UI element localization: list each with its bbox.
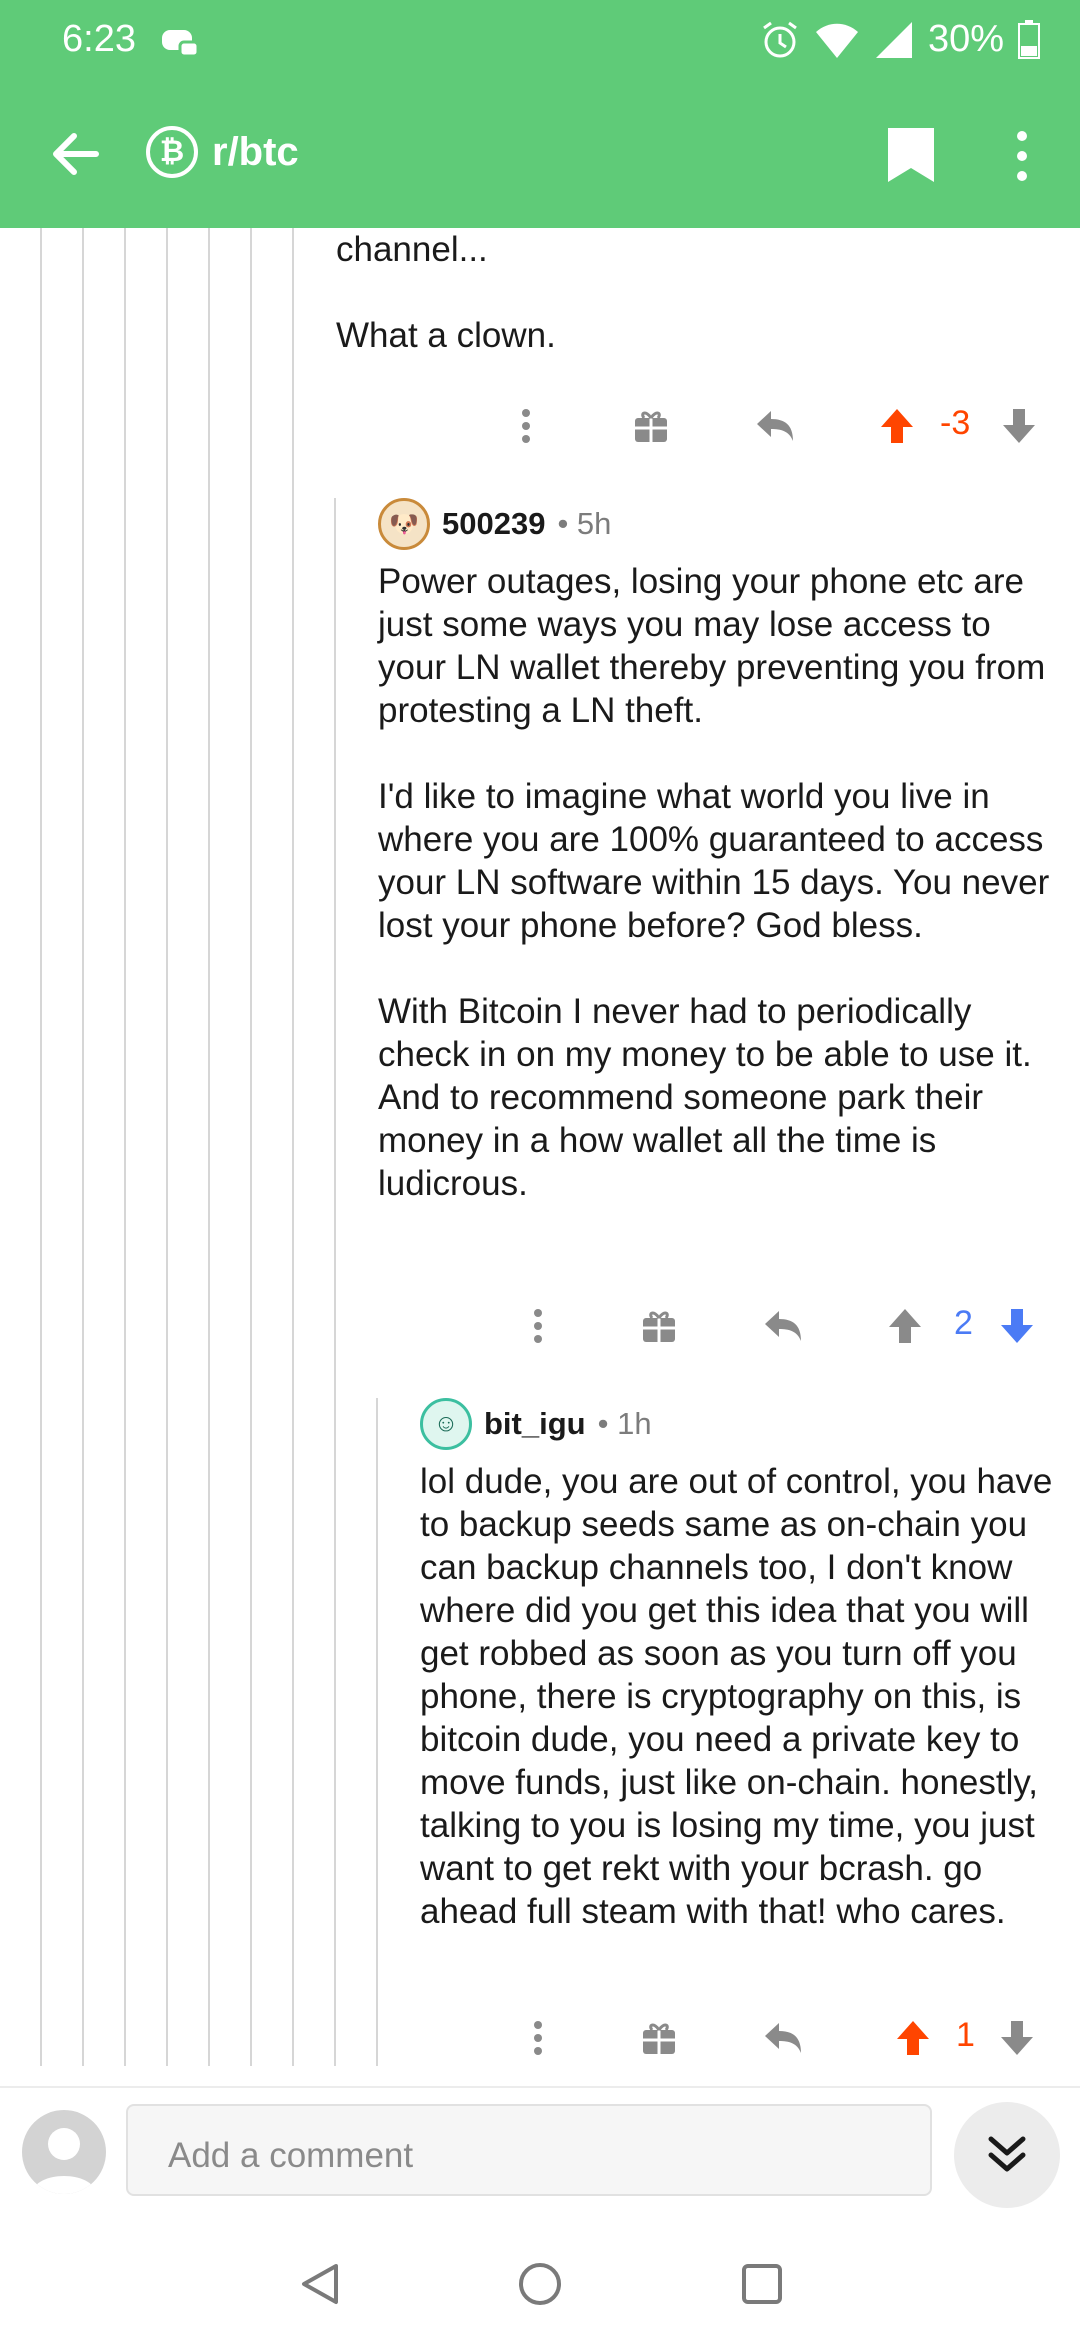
nav-back-icon	[302, 2264, 338, 2304]
nav-back-button[interactable]	[290, 2254, 350, 2314]
reply-icon	[757, 411, 793, 441]
downvote-button[interactable]	[992, 2008, 1042, 2068]
reply-button[interactable]	[750, 396, 800, 456]
more-vert-icon	[534, 2021, 542, 2055]
avatar[interactable]: ☺	[420, 1398, 472, 1450]
award-button[interactable]	[634, 2008, 684, 2068]
vote-score: 1	[956, 2016, 975, 2054]
add-comment-bar: Add a comment	[0, 2086, 1080, 2234]
upvote-icon	[897, 2021, 929, 2055]
add-comment-input[interactable]: Add a comment	[126, 2104, 932, 2196]
battery-percent: 30%	[927, 18, 1004, 60]
reply-icon	[765, 2023, 801, 2053]
scroll-next-button[interactable]	[954, 2102, 1060, 2208]
game-controller-icon	[162, 30, 200, 58]
comment-actions: 1	[378, 2008, 1068, 2068]
system-nav-bar	[0, 2232, 1080, 2340]
more-vert-icon	[1017, 131, 1027, 181]
bookmark-icon	[888, 128, 934, 182]
comment-body: lol dude, you are out of control, you ha…	[420, 1462, 1053, 1931]
chevron-double-down-icon	[988, 2136, 1026, 2172]
bookmark-button[interactable]	[886, 126, 936, 184]
signal-icon	[875, 21, 912, 58]
more-options-button[interactable]	[518, 2008, 558, 2068]
battery-icon	[1018, 19, 1040, 59]
thread-line[interactable]	[250, 228, 252, 2066]
more-options-button[interactable]	[1006, 124, 1038, 188]
back-button[interactable]	[44, 122, 108, 186]
app-bar: ₿ r/btc	[0, 80, 1080, 228]
thread-line[interactable]	[82, 228, 84, 2066]
gift-icon	[643, 2023, 675, 2054]
thread-line[interactable]	[208, 228, 210, 2066]
subreddit-title[interactable]: ₿ r/btc	[146, 126, 299, 178]
upvote-icon	[889, 1309, 921, 1343]
downvote-button[interactable]	[994, 396, 1044, 456]
award-button[interactable]	[626, 396, 676, 456]
comment-actions: -3	[336, 396, 1056, 456]
reply-button[interactable]	[758, 1296, 808, 1356]
upvote-button[interactable]	[888, 2008, 938, 2068]
downvote-icon	[1001, 2021, 1033, 2055]
downvote-icon	[1001, 1309, 1033, 1343]
thread-line[interactable]	[124, 228, 126, 2066]
alarm-icon	[763, 21, 797, 57]
comment-header: ☺ bit_igu • 1h	[420, 1398, 652, 1450]
status-bar: 6:23 30%	[0, 0, 1080, 80]
upvote-button[interactable]	[872, 396, 922, 456]
more-options-button[interactable]	[506, 396, 546, 456]
award-button[interactable]	[634, 1296, 684, 1356]
vote-score: -3	[940, 404, 971, 442]
subreddit-name: r/btc	[212, 129, 299, 174]
comment-meta: • 5h	[557, 506, 612, 541]
bitcoin-icon: ₿	[146, 126, 198, 178]
nav-recents-icon	[742, 2264, 782, 2304]
status-time: 6:23	[62, 18, 136, 60]
gift-icon	[635, 411, 667, 442]
more-vert-icon	[522, 409, 530, 443]
nav-home-icon	[519, 2263, 561, 2305]
nav-recents-button[interactable]	[732, 2254, 792, 2314]
thread-line[interactable]	[40, 228, 42, 2066]
thread-line[interactable]	[334, 498, 336, 2066]
reply-icon	[765, 1311, 801, 1341]
wifi-icon	[815, 23, 858, 58]
comment-meta: • 1h	[597, 1406, 652, 1441]
thread-line[interactable]	[166, 228, 168, 2066]
comment-body: channel... What a clown.	[336, 230, 556, 355]
comment-body: Power outages, losing your phone etc are…	[378, 562, 1050, 1203]
thread-line[interactable]	[292, 228, 294, 2066]
status-icons: 30%	[760, 18, 1040, 61]
back-arrow-icon	[53, 133, 99, 175]
downvote-icon	[1003, 409, 1035, 443]
comment-header: 🐶 500239 • 5h	[378, 498, 611, 550]
upvote-icon	[881, 409, 913, 443]
more-vert-icon	[534, 1309, 542, 1343]
downvote-button[interactable]	[992, 1296, 1042, 1356]
more-options-button[interactable]	[518, 1296, 558, 1356]
thread-line[interactable]	[376, 1398, 378, 2066]
user-avatar[interactable]	[22, 2110, 106, 2194]
username[interactable]: 500239	[442, 506, 545, 542]
gift-icon	[643, 1311, 675, 1342]
vote-score: 2	[954, 1304, 973, 1342]
comment-actions: 2	[378, 1296, 1068, 1356]
avatar[interactable]: 🐶	[378, 498, 430, 550]
nav-home-button[interactable]	[510, 2254, 570, 2314]
reply-button[interactable]	[758, 2008, 808, 2068]
default-avatar-icon	[32, 2128, 96, 2194]
username[interactable]: bit_igu	[484, 1406, 586, 1442]
upvote-button[interactable]	[880, 1296, 930, 1356]
